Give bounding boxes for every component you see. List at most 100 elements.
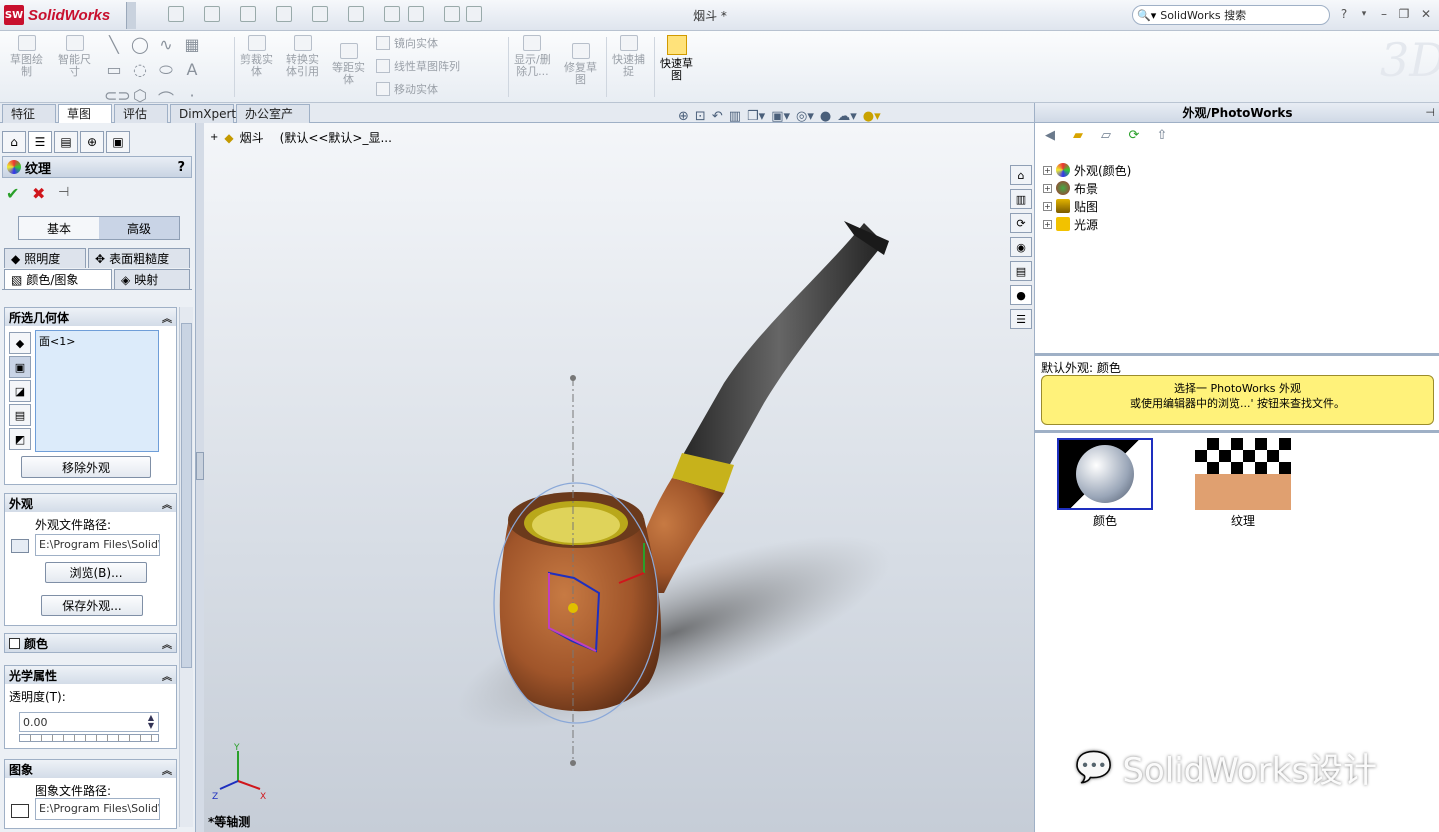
group-header[interactable]: 外观 ︽ xyxy=(5,494,176,512)
solidworks-resources-icon[interactable]: ⌂ xyxy=(1010,165,1032,185)
tab-color-image[interactable]: ▧ 颜色/图象 xyxy=(4,269,112,289)
filter-bodies-icon[interactable]: ▤ xyxy=(9,404,31,426)
trim-button[interactable]: 剪裁实 体 xyxy=(240,35,273,78)
save-appearance-button[interactable]: 保存外观... xyxy=(41,595,143,616)
linear-pattern-button[interactable]: 线性草图阵列 xyxy=(376,58,460,74)
appearances-tab-icon[interactable]: ● xyxy=(1010,285,1032,305)
offset-button[interactable]: 等距实 体 xyxy=(332,43,365,86)
spin-arrows-icon[interactable]: ▲ ▼ xyxy=(145,714,157,730)
tab-mapping[interactable]: ◈ 映射 xyxy=(114,269,190,289)
sketch-button[interactable]: 草图绘 制 xyxy=(10,35,43,78)
apply-scene-icon[interactable]: ☁▾ xyxy=(837,109,857,124)
hide-show-icon[interactable]: ◎▾ xyxy=(796,109,814,124)
open-file-icon[interactable] xyxy=(204,6,220,22)
tab-features[interactable]: 特征 xyxy=(2,104,56,123)
refresh-icon[interactable]: ⟳ xyxy=(1125,128,1143,146)
view-settings-icon[interactable]: ●▾ xyxy=(863,109,881,124)
file-explorer-icon[interactable]: ⟳ xyxy=(1010,213,1032,233)
custom-properties-icon[interactable]: ☰ xyxy=(1010,309,1032,329)
tab-illumination[interactable]: ◆ 照明度 xyxy=(4,248,86,268)
filter-parts-icon[interactable]: ◆ xyxy=(9,332,31,354)
tree-item-decals[interactable]: + 贴图 xyxy=(1043,197,1131,215)
tree-item-appearances[interactable]: + 外观(颜色) xyxy=(1043,161,1131,179)
filter-faces-icon[interactable]: ▣ xyxy=(9,356,31,378)
tab-evaluate[interactable]: 评估 xyxy=(114,104,168,123)
undo-icon[interactable] xyxy=(312,6,328,22)
pipe-model[interactable] xyxy=(204,123,1034,832)
arc-icon[interactable]: ◌ xyxy=(130,60,150,80)
thumbnail-texture[interactable]: 纹理 xyxy=(1195,438,1291,529)
tree-item-scenes[interactable]: + 布景 xyxy=(1043,179,1131,197)
search-tab-icon[interactable]: ◉ xyxy=(1010,237,1032,257)
app-logo[interactable]: SW SolidWorks xyxy=(4,4,110,26)
filter-solid-icon[interactable]: ◩ xyxy=(9,428,31,450)
new-file-icon[interactable] xyxy=(168,6,184,22)
line-icon[interactable]: ╲ xyxy=(104,35,124,54)
group-header[interactable]: 图象 ︽ xyxy=(5,760,176,778)
add-folder-icon[interactable]: ▱ xyxy=(1097,128,1115,146)
tab-office-products[interactable]: 办公室产品 xyxy=(236,104,310,139)
configuration-manager-tab-icon[interactable]: ▤ xyxy=(54,131,78,153)
display-style-icon[interactable]: ▣▾ xyxy=(771,109,790,124)
remove-appearance-button[interactable]: 移除外观 xyxy=(21,456,151,478)
graphics-area[interactable]: + ◆ 烟斗 (默认<<默认>_显... ⊕ ⊡ ↶ ▥ ❒▾ ▣▾ ◎▾ ● … xyxy=(204,109,1034,832)
construction-icon[interactable]: ▦ xyxy=(182,35,202,54)
view-palette-icon[interactable]: ▤ xyxy=(1010,261,1032,281)
edit-appearance-icon[interactable]: ● xyxy=(820,109,831,124)
expand-plus-icon[interactable]: + xyxy=(1043,183,1052,193)
texture-center-handle[interactable] xyxy=(568,603,578,613)
collapse-chevron-icon[interactable]: ︽ xyxy=(162,496,172,511)
rebuild-icon[interactable] xyxy=(384,6,400,22)
browse-button[interactable]: 浏览(B)... xyxy=(45,562,147,583)
property-manager-tab-icon[interactable]: ☰ xyxy=(28,131,52,153)
zoom-to-fit-icon[interactable]: ⊕ xyxy=(678,109,689,124)
color-checkbox[interactable] xyxy=(9,637,20,649)
file-properties-icon[interactable] xyxy=(408,6,424,22)
basic-mode-button[interactable]: 基本 xyxy=(19,217,99,239)
collapse-chevron-icon[interactable]: ︽ xyxy=(162,636,172,651)
quick-sketch-button[interactable]: 快速草 图 xyxy=(660,35,693,82)
advanced-mode-button[interactable]: 高级 xyxy=(99,217,179,239)
tree-item-lights[interactable]: + 光源 xyxy=(1043,215,1131,233)
tab-surface-finish[interactable]: ✥ 表面粗糙度 xyxy=(88,248,190,268)
display-manager-tab-icon[interactable]: ▣ xyxy=(106,131,130,153)
group-header[interactable]: 所选几何体 ︽ xyxy=(5,308,176,326)
select-icon[interactable] xyxy=(348,6,364,22)
filter-features-icon[interactable]: ◪ xyxy=(9,380,31,402)
selection-list[interactable]: 面<1> xyxy=(35,330,159,452)
pushpin-icon[interactable]: ⊣ xyxy=(58,185,69,200)
move-entities-button[interactable]: 移动实体 xyxy=(376,81,460,97)
pm-help-button[interactable]: ? xyxy=(177,160,185,175)
pane-divider[interactable] xyxy=(1035,353,1439,356)
collapse-chevron-icon[interactable]: ︽ xyxy=(162,668,172,683)
section-view-icon[interactable]: ▥ xyxy=(729,109,741,124)
open-folder-icon[interactable]: ▰ xyxy=(1069,128,1087,146)
collapse-chevron-icon[interactable]: ︽ xyxy=(162,310,172,325)
transparency-input[interactable]: 0.00 xyxy=(19,712,159,732)
mirror-entities-button[interactable]: 镜向实体 xyxy=(376,35,460,51)
cancel-x-icon[interactable]: ✖ xyxy=(32,184,45,203)
pm-scrollbar[interactable] xyxy=(179,307,193,827)
pane-divider[interactable] xyxy=(1035,430,1439,433)
tab-dimxpert[interactable]: DimXpert xyxy=(170,104,236,123)
show-delete-relations-button[interactable]: 显示/删 除几... xyxy=(514,35,551,78)
quick-snaps-button[interactable]: 快速捕 捉 xyxy=(612,35,645,78)
refresh-icon[interactable] xyxy=(466,6,482,22)
search-input[interactable]: 🔍▾ SolidWorks 搜索 xyxy=(1132,5,1330,25)
back-icon[interactable]: ◀ xyxy=(1041,128,1059,146)
group-header[interactable]: 光学属性 ︽ xyxy=(5,666,176,684)
options-icon[interactable] xyxy=(444,6,460,22)
feature-manager-tab-icon[interactable]: ⌂ xyxy=(2,131,26,153)
rectangle-icon[interactable]: ▭ xyxy=(104,60,124,80)
minimize-button[interactable]: – xyxy=(1376,7,1392,21)
print-icon[interactable] xyxy=(276,6,292,22)
tab-sketch[interactable]: 草图 xyxy=(58,104,112,123)
close-button[interactable]: ✕ xyxy=(1418,7,1434,21)
zoom-area-icon[interactable]: ⊡ xyxy=(695,109,706,124)
convert-entities-button[interactable]: 转换实 体引用 xyxy=(286,35,319,78)
group-header[interactable]: 颜色 ︽ xyxy=(5,634,176,652)
text-icon[interactable]: A xyxy=(182,60,202,80)
scrollbar-thumb[interactable] xyxy=(181,323,192,668)
save-icon[interactable] xyxy=(240,6,256,22)
task-pane-pin-icon[interactable]: ⊣ xyxy=(1425,106,1435,119)
